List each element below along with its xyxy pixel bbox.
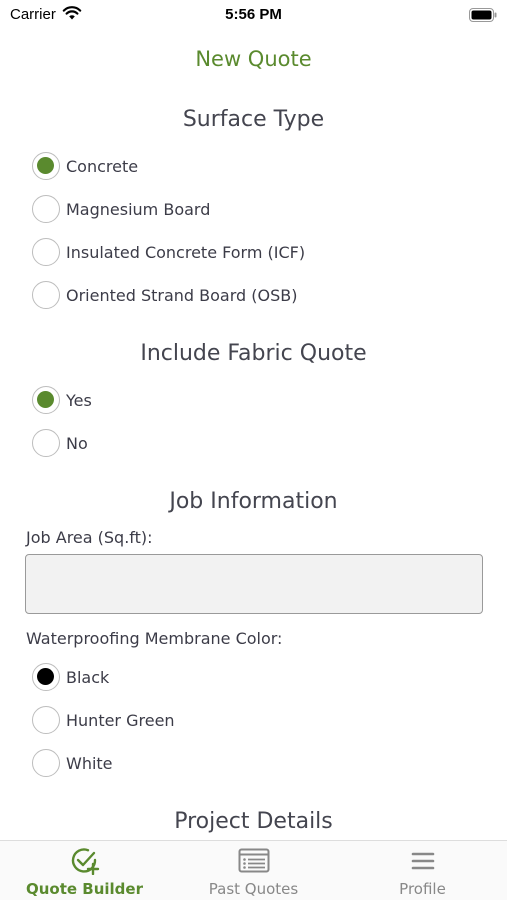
check-plus-icon (0, 847, 169, 879)
radio-label: Hunter Green (66, 710, 175, 730)
radio-label: Yes (66, 390, 92, 410)
radio-label: White (66, 753, 113, 773)
radio-option-hunter-green[interactable]: Hunter Green (32, 705, 175, 735)
tab-label: Past Quotes (208, 880, 299, 898)
radio-label: Concrete (66, 156, 139, 176)
radio-label: Magnesium Board (66, 199, 211, 219)
radio-label: Insulated Concrete Form (ICF) (66, 242, 306, 262)
tab-quote-builder[interactable]: Quote Builder (0, 841, 169, 900)
radio-option-osb[interactable]: Oriented Strand Board (OSB) (32, 280, 297, 310)
tab-label: Quote Builder (25, 880, 143, 898)
radio-label: Oriented Strand Board (OSB) (66, 285, 298, 305)
page-title: New Quote (195, 47, 312, 71)
job-area-label: Job Area (Sq.ft): (26, 528, 153, 547)
job-information-heading: Job Information (169, 489, 338, 514)
radio-option-icf[interactable]: Insulated Concrete Form (ICF) (32, 237, 305, 267)
membrane-color-label: Waterproofing Membrane Color: (26, 629, 283, 648)
radio-button[interactable] (32, 749, 60, 777)
radio-option-white[interactable]: White (32, 748, 113, 778)
status-time: 5:56 PM (225, 6, 282, 23)
status-bar: Carrier 5:56 PM (0, 0, 507, 30)
tab-bar: Quote Builder Past Quotes Profile (0, 840, 507, 900)
fabric-quote-heading: Include Fabric Quote (140, 341, 367, 366)
battery-icon (469, 7, 497, 26)
menu-icon (338, 847, 507, 879)
tab-past-quotes[interactable]: Past Quotes (169, 841, 338, 900)
tab-profile[interactable]: Profile (338, 841, 507, 900)
radio-button[interactable] (32, 152, 60, 180)
radio-button[interactable] (32, 238, 60, 266)
radio-button[interactable] (32, 429, 60, 457)
radio-option-yes[interactable]: Yes (32, 385, 92, 415)
tab-label: Profile (399, 880, 446, 898)
radio-button[interactable] (32, 386, 60, 414)
radio-option-magnesium-board[interactable]: Magnesium Board (32, 194, 210, 224)
radio-option-black[interactable]: Black (32, 662, 109, 692)
list-icon (169, 847, 338, 879)
radio-label: No (66, 433, 88, 453)
project-details-heading: Project Details (174, 809, 333, 834)
job-area-input[interactable] (25, 554, 483, 614)
radio-option-no[interactable]: No (32, 428, 88, 458)
radio-button[interactable] (32, 195, 60, 223)
radio-label: Black (66, 667, 110, 687)
surface-type-heading: Surface Type (182, 107, 325, 132)
radio-button[interactable] (32, 706, 60, 734)
radio-button[interactable] (32, 663, 60, 691)
radio-button[interactable] (32, 281, 60, 309)
radio-option-concrete[interactable]: Concrete (32, 151, 138, 181)
